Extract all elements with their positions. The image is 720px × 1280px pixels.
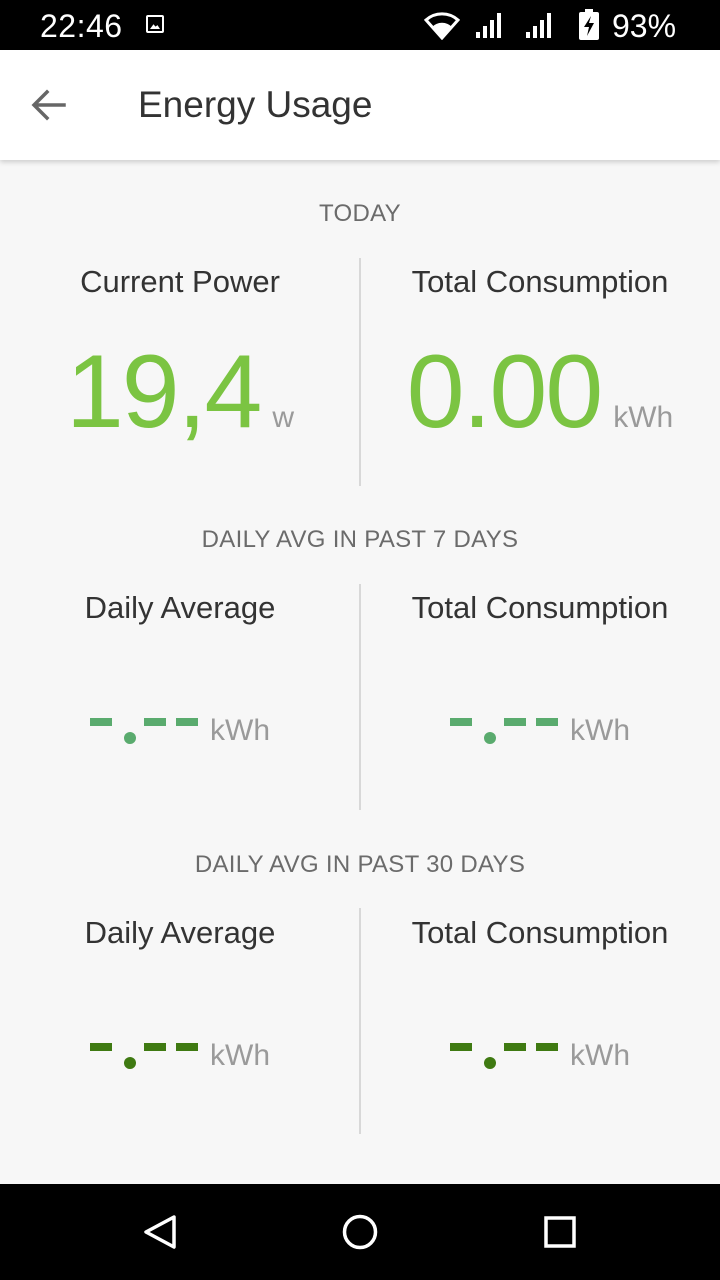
past-7-total-consumption-cell: Total Consumption kWh: [360, 486, 720, 811]
navigation-bar: [0, 1184, 720, 1280]
past-30-daily-average-unit: kWh: [210, 1039, 270, 1072]
nav-home-button[interactable]: [332, 1204, 388, 1260]
page-title: Energy Usage: [138, 84, 373, 125]
current-power-unit: w: [272, 401, 295, 434]
current-power-value-row: 19,4 w: [0, 340, 360, 444]
past-7-total-consumption-value: [450, 706, 558, 746]
past-7-daily-average-value: [90, 706, 198, 746]
current-power-cell: Current Power 19,4 w: [0, 160, 360, 486]
past-30-daily-average-label: Daily Average: [84, 915, 276, 950]
nav-home-icon: [342, 1214, 378, 1250]
current-power-value: 19,4: [65, 334, 262, 450]
past-7-total-consumption-value-row: kWh: [360, 706, 720, 746]
today-total-consumption-value-row: 0.00 kWh: [360, 340, 720, 444]
status-bar: 22:46 93%: [0, 0, 720, 50]
battery-charging-icon: [579, 9, 599, 40]
past-30-total-consumption-cell: Total Consumption kWh: [360, 811, 720, 1136]
nav-recents-icon: [544, 1216, 576, 1248]
current-power-label: Current Power: [80, 264, 280, 299]
battery-percentage: 93%: [612, 8, 677, 44]
signal-icon: [476, 13, 501, 38]
nav-back-button[interactable]: [132, 1204, 188, 1260]
past-30-total-consumption-unit: kWh: [570, 1039, 630, 1072]
status-time: 22:46: [40, 8, 123, 44]
back-button[interactable]: [20, 79, 76, 131]
wifi-icon: [424, 12, 460, 40]
section-today: TODAY Current Power 19,4 w Total Consump…: [0, 160, 720, 486]
past-30-total-consumption-value: [450, 1031, 558, 1071]
past-7-daily-average-label: Daily Average: [84, 590, 276, 625]
today-total-consumption-unit: kWh: [613, 401, 674, 434]
nav-back-icon: [144, 1215, 176, 1249]
nav-recents-button[interactable]: [532, 1204, 588, 1260]
today-total-consumption-cell: Total Consumption 0.00 kWh: [360, 160, 720, 486]
energy-usage-content: TODAY Current Power 19,4 w Total Consump…: [0, 160, 720, 1184]
past-30-total-consumption-label: Total Consumption: [411, 915, 669, 950]
past-7-daily-average-cell: Daily Average kWh: [0, 486, 360, 811]
signal-icon: [526, 13, 551, 38]
app-bar: Energy Usage: [0, 50, 720, 160]
past-30-daily-average-cell: Daily Average kWh: [0, 811, 360, 1136]
past-7-daily-average-value-row: kWh: [0, 706, 360, 746]
today-total-consumption-value: 0.00: [406, 334, 603, 450]
today-total-consumption-label: Total Consumption: [411, 264, 669, 299]
past-7-total-consumption-label: Total Consumption: [411, 590, 669, 625]
image-notification-icon: [146, 15, 164, 33]
past-7-daily-average-unit: kWh: [210, 714, 270, 747]
section-past-30-days: DAILY AVG IN PAST 30 DAYS Daily Average …: [0, 811, 720, 1136]
section-past-7-days: DAILY AVG IN PAST 7 DAYS Daily Average k…: [0, 486, 720, 811]
past-30-total-consumption-value-row: kWh: [360, 1031, 720, 1071]
arrow-back-icon: [31, 89, 66, 121]
past-30-daily-average-value: [90, 1031, 198, 1071]
past-7-total-consumption-unit: kWh: [570, 714, 630, 747]
past-30-daily-average-value-row: kWh: [0, 1031, 360, 1071]
